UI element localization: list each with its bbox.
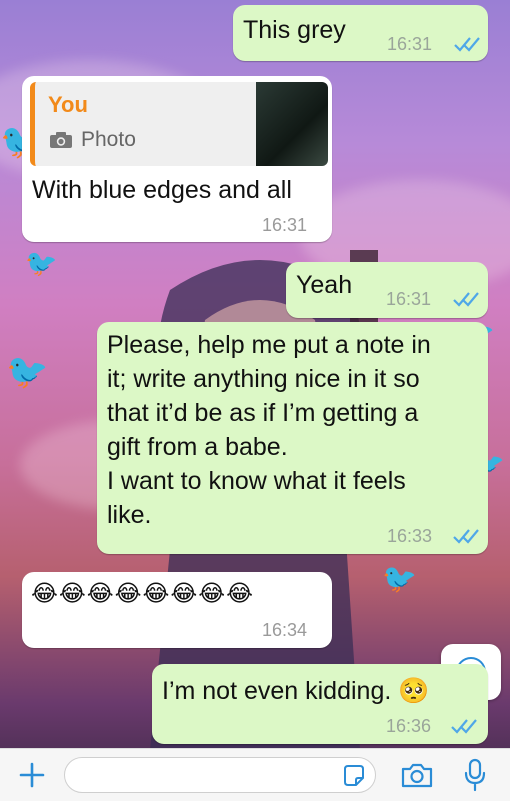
quoted-message[interactable]: You Photo — [30, 82, 328, 166]
message-text: I’m not even kidding. 🥺 — [162, 677, 430, 705]
bird-icon: 🐦 — [25, 248, 58, 278]
message-time: 16:31 — [387, 34, 433, 54]
message-bubble-incoming[interactable]: You Photo With blue edges and all 16:31 — [22, 76, 332, 242]
message-time: 16:36 — [386, 716, 432, 736]
message-time: 16:34 — [262, 620, 308, 640]
read-receipt-icon — [453, 529, 479, 544]
message-text-line: like. — [107, 501, 152, 529]
read-receipt-icon — [451, 719, 477, 734]
message-text-line: gift from a babe. — [107, 433, 288, 461]
camera-icon — [50, 132, 72, 148]
message-text: With blue edges and all — [32, 176, 292, 204]
message-text-line: that it’d be as if I’m getting a — [107, 399, 419, 427]
message-text-line: it; write anything nice in it so — [107, 365, 420, 393]
quote-author: You — [48, 92, 88, 117]
message-text-line: I want to know what it feels — [107, 467, 406, 495]
camera-icon[interactable] — [400, 761, 434, 789]
microphone-icon[interactable] — [462, 757, 488, 793]
message-bubble-outgoing[interactable]: Yeah 16:31 — [286, 262, 488, 318]
bird-icon: 🐦 — [6, 353, 49, 391]
message-input-bar — [0, 748, 510, 801]
quote-type-label: Photo — [81, 128, 136, 151]
message-text-line: Please, help me put a note in — [107, 331, 431, 359]
message-input[interactable] — [64, 757, 376, 793]
message-text: Yeah — [296, 271, 353, 299]
read-receipt-icon — [454, 37, 480, 52]
message-text: 😂😂😂😂😂😂😂😂 — [31, 580, 254, 606]
message-bubble-outgoing[interactable]: I’m not even kidding. 🥺 16:36 — [152, 664, 488, 744]
message-bubble-outgoing[interactable]: This grey 16:31 — [233, 5, 488, 61]
message-time: 16:31 — [386, 289, 432, 309]
message-time: 16:31 — [262, 215, 308, 235]
message-bubble-outgoing[interactable]: Please, help me put a note in it; write … — [97, 322, 488, 554]
plus-icon[interactable] — [18, 761, 46, 789]
quote-photo-thumbnail — [256, 82, 328, 166]
message-time: 16:33 — [387, 526, 433, 546]
message-bubble-incoming[interactable]: 😂😂😂😂😂😂😂😂 16:34 — [22, 572, 332, 648]
message-text: This grey — [243, 16, 346, 44]
read-receipt-icon — [453, 292, 479, 307]
bird-icon: 🐦 — [382, 563, 417, 594]
sticker-icon[interactable] — [341, 763, 367, 789]
